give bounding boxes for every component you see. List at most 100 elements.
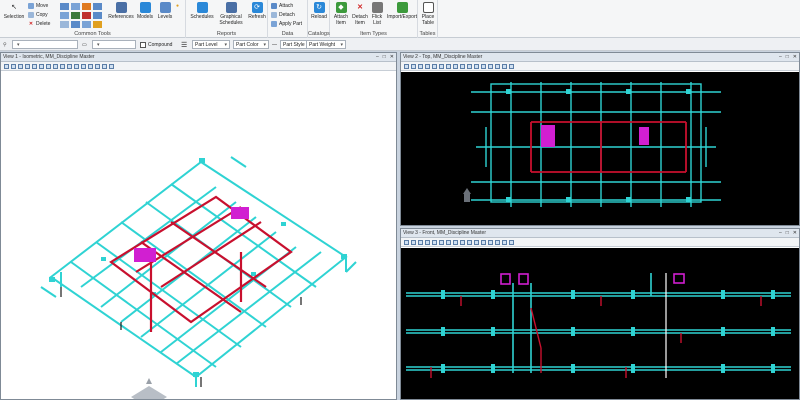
active-angle-icon[interactable]: ▭ <box>82 40 87 49</box>
line-style-icon[interactable]: — <box>272 40 277 49</box>
arc-tool-icon[interactable] <box>60 21 69 28</box>
reload-button[interactable]: ↻ Reload <box>309 2 329 20</box>
pan-view-icon[interactable] <box>460 239 465 245</box>
view-rotation-icon[interactable] <box>509 63 514 69</box>
toggle-3d-icon[interactable] <box>502 239 507 245</box>
measure-tool-icon[interactable] <box>93 12 102 19</box>
view-next-icon[interactable] <box>474 63 479 69</box>
pan-view-icon[interactable] <box>60 63 65 69</box>
move-button[interactable]: Move <box>28 2 48 9</box>
bulb-icon[interactable]: ● <box>176 3 179 9</box>
refresh-button[interactable]: ⟳ Refresh <box>247 2 267 20</box>
attach-item-button[interactable]: ◆ Attach Item <box>332 2 350 26</box>
bulb-tool-icon[interactable] <box>93 21 102 28</box>
display-style-icon[interactable] <box>11 63 16 69</box>
element-template-dropdown[interactable] <box>12 40 78 49</box>
text-tool-icon[interactable] <box>82 3 91 10</box>
close-icon[interactable]: ✕ <box>793 230 797 236</box>
view-previous-icon[interactable] <box>467 63 472 69</box>
dimension-tool-icon[interactable] <box>93 3 102 10</box>
maximize-icon[interactable]: □ <box>786 230 789 236</box>
fit-view-icon[interactable] <box>446 63 451 69</box>
maximize-icon[interactable]: □ <box>383 54 386 60</box>
view-attributes-icon[interactable] <box>404 239 409 245</box>
fit-view-icon[interactable] <box>446 239 451 245</box>
flick-list-button[interactable]: Flick List <box>370 2 384 26</box>
minimize-icon[interactable]: – <box>779 54 782 60</box>
graphical-schedules-button[interactable]: Graphical Schedules <box>216 2 246 26</box>
fit-view-icon[interactable] <box>46 63 51 69</box>
view-rotation-icon[interactable] <box>509 239 514 245</box>
zoom-out-icon[interactable] <box>432 239 437 245</box>
update-view-icon[interactable] <box>418 63 423 69</box>
import-export-button[interactable]: Import/Export <box>386 2 418 20</box>
copy-button[interactable]: Copy <box>28 11 48 18</box>
display-style-icon[interactable] <box>411 239 416 245</box>
toggle-3d-icon[interactable] <box>502 63 507 69</box>
camera-icon[interactable] <box>495 63 500 69</box>
zoom-in-icon[interactable] <box>25 63 30 69</box>
part-level-dropdown[interactable]: Part Level <box>192 40 230 49</box>
references-button[interactable]: References <box>108 2 134 20</box>
close-icon[interactable]: ✕ <box>390 54 394 60</box>
window-area-icon[interactable] <box>439 239 444 245</box>
view-2-canvas[interactable] <box>401 72 799 225</box>
clip-volume-icon[interactable] <box>88 63 93 69</box>
active-level-dropdown[interactable] <box>92 40 136 49</box>
maximize-icon[interactable]: □ <box>786 54 789 60</box>
part-color-dropdown[interactable]: Part Color <box>233 40 269 49</box>
part-weight-dropdown[interactable]: Part Weight <box>306 40 346 49</box>
clip-volume-icon[interactable] <box>488 239 493 245</box>
view-next-icon[interactable] <box>74 63 79 69</box>
view-previous-icon[interactable] <box>467 239 472 245</box>
view-next-icon[interactable] <box>474 239 479 245</box>
view-attributes-icon[interactable] <box>404 63 409 69</box>
pan-view-icon[interactable] <box>460 63 465 69</box>
clip-volume-icon[interactable] <box>488 63 493 69</box>
compound-checkbox-wrap[interactable]: Compound <box>140 40 172 49</box>
minimize-icon[interactable]: – <box>779 230 782 236</box>
zoom-out-icon[interactable] <box>32 63 37 69</box>
shape-tool-icon[interactable] <box>71 3 80 10</box>
walk-icon[interactable] <box>481 63 486 69</box>
update-view-icon[interactable] <box>418 239 423 245</box>
apply-part-button[interactable]: Apply Part <box>271 20 302 27</box>
text-a-icon[interactable] <box>82 12 91 19</box>
cell-tool-icon[interactable] <box>71 21 80 28</box>
display-style-icon[interactable] <box>411 63 416 69</box>
close-icon[interactable]: ✕ <box>793 54 797 60</box>
line-weight-icon[interactable]: ☰ <box>181 40 187 49</box>
top-view-cube[interactable] <box>463 188 471 202</box>
line-tool-icon[interactable] <box>60 3 69 10</box>
toggle-3d-icon[interactable] <box>102 63 107 69</box>
walk-icon[interactable] <box>481 239 486 245</box>
view-1-canvas[interactable] <box>1 72 396 399</box>
camera-icon[interactable] <box>95 63 100 69</box>
view-2-window[interactable]: View 2 - Top, MM_Discipline Master – □ ✕ <box>400 52 800 226</box>
patterning-tool-icon[interactable] <box>82 21 91 28</box>
detach-item-button[interactable]: ✕ Detach Item <box>351 2 369 27</box>
rotate-view-icon[interactable] <box>53 63 58 69</box>
camera-icon[interactable] <box>495 239 500 245</box>
view-attributes-icon[interactable] <box>4 63 9 69</box>
detach-button[interactable]: Detach <box>271 11 295 18</box>
view-1-window[interactable]: View 1 - Isometric, MM_Discipline Master… <box>0 52 397 400</box>
pin-icon[interactable]: ⚲ <box>3 40 7 49</box>
array-tool-icon[interactable] <box>60 12 69 19</box>
update-view-icon[interactable] <box>18 63 23 69</box>
rotate-view-icon[interactable] <box>453 239 458 245</box>
walk-icon[interactable] <box>81 63 86 69</box>
zoom-out-icon[interactable] <box>432 63 437 69</box>
rotate-view-icon[interactable] <box>453 63 458 69</box>
compound-checkbox[interactable] <box>140 41 146 48</box>
delete-button[interactable]: ✕ Delete <box>28 20 51 27</box>
zoom-in-icon[interactable] <box>425 239 430 245</box>
levels-button[interactable]: Levels <box>156 2 174 20</box>
place-table-button[interactable]: Place Table <box>419 2 437 26</box>
view-3-window[interactable]: View 3 - Front, MM_Discipline Master – □… <box>400 228 800 400</box>
selection-button[interactable]: ↖ Selection <box>2 2 26 21</box>
window-area-icon[interactable] <box>39 63 44 69</box>
attach-button[interactable]: Attach <box>271 2 293 9</box>
schedules-button[interactable]: Schedules <box>189 2 215 20</box>
zoom-in-icon[interactable] <box>425 63 430 69</box>
